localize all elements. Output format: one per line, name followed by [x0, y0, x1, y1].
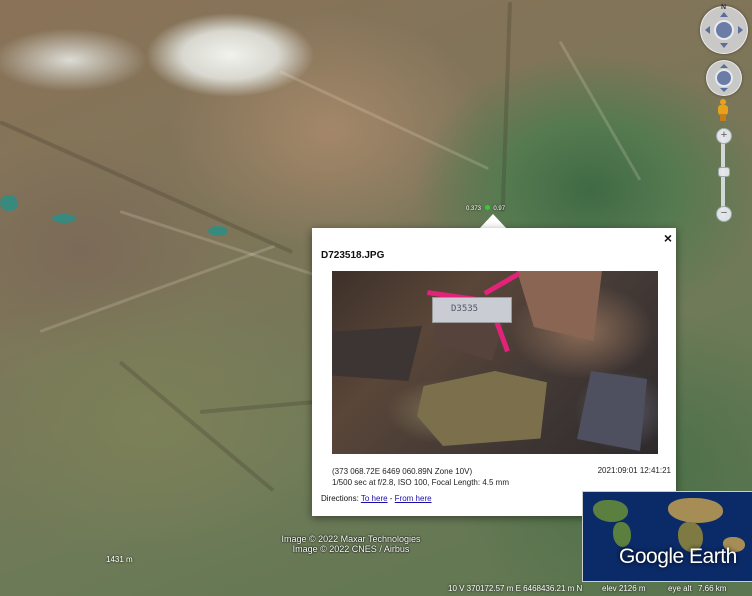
photo-info-balloon: × D723518.JPG D3535 (373 068.72E 6469 06… [312, 228, 676, 516]
compass-north-label: N [721, 4, 727, 11]
status-bar: 10 V 370172.57 m E 6468436.21 m N elev 2… [0, 581, 752, 596]
eye-alt-value: 7.66 km [698, 584, 727, 593]
terrain-ridge [39, 244, 276, 333]
field-photo: D3535 [332, 271, 658, 454]
elevation: elev 2126 m [602, 584, 646, 593]
marker-label: 0.97 [493, 206, 506, 212]
from-here-link[interactable]: From here [395, 494, 432, 503]
continent [668, 498, 723, 523]
continent [593, 500, 628, 522]
photo-rock [517, 271, 602, 341]
photo-rock [577, 371, 647, 451]
river-valley [199, 399, 320, 414]
photo-coordinates: (373 068.72E 6469 060.89N Zone 10V) [332, 467, 473, 476]
close-icon[interactable]: × [664, 230, 672, 246]
directions: Directions: To here - From here [321, 494, 432, 503]
river-valley [0, 120, 294, 254]
marker-dot-icon [484, 205, 490, 210]
eye-alt-label: eye alt [668, 584, 692, 593]
marker-label: 0.373 [466, 206, 482, 212]
photo-rock [332, 326, 422, 381]
photo-rock [417, 371, 547, 446]
move-control[interactable] [706, 60, 742, 96]
river-valley [118, 360, 275, 493]
photo-exposure: 1/500 sec at f/2.8, ISO 100, Focal Lengt… [332, 478, 509, 487]
pink-flagging-tape [483, 271, 521, 296]
to-here-link[interactable]: To here [361, 494, 388, 503]
lake [0, 195, 18, 211]
attribution-line: Image © 2022 Maxar Technologies [281, 534, 421, 544]
zoom-out-button[interactable]: − [716, 206, 732, 222]
popup-pointer [479, 214, 507, 229]
google-earth-logo: Google Earth [619, 545, 737, 568]
look-joystick[interactable] [714, 20, 734, 40]
look-up-arrow-icon[interactable] [720, 12, 728, 17]
scale-label: 1431 m [106, 555, 133, 564]
move-down-arrow-icon[interactable] [720, 88, 728, 92]
zoom-slider-handle[interactable] [718, 167, 730, 177]
zoom-in-button[interactable]: + [716, 128, 732, 144]
popup-title: D723518.JPG [321, 250, 385, 261]
directions-label: Directions: [321, 494, 359, 503]
look-left-arrow-icon[interactable] [705, 26, 710, 34]
continent [613, 522, 631, 547]
look-down-arrow-icon[interactable] [720, 43, 728, 48]
lake [208, 226, 228, 236]
photo-metadata: (373 068.72E 6469 060.89N Zone 10V) 1/50… [332, 466, 509, 488]
move-up-arrow-icon[interactable] [720, 64, 728, 68]
sample-tag: D3535 [432, 297, 512, 323]
look-right-arrow-icon[interactable] [738, 26, 743, 34]
lake [52, 214, 76, 223]
directions-separator: - [387, 494, 395, 503]
look-control[interactable]: N [700, 4, 748, 54]
overview-globe[interactable]: Google Earth [582, 491, 752, 582]
move-joystick[interactable] [715, 69, 733, 87]
terrain-ridge [279, 70, 490, 171]
imagery-attribution: Image © 2022 Maxar Technologies Image © … [266, 534, 436, 554]
river-valley [500, 1, 512, 212]
street-view-pegman-icon[interactable] [717, 99, 729, 121]
photo-datetime: 2021:09:01 12:41:21 [597, 466, 671, 475]
cursor-coordinates: 10 V 370172.57 m E 6468436.21 m N [448, 584, 583, 593]
sample-tag-text: D3535 [451, 304, 479, 314]
terrain-ridge [558, 40, 642, 181]
photo-marker[interactable]: 0.373 0.97 [466, 205, 505, 212]
attribution-line: Image © 2022 CNES / Airbus [292, 544, 410, 554]
